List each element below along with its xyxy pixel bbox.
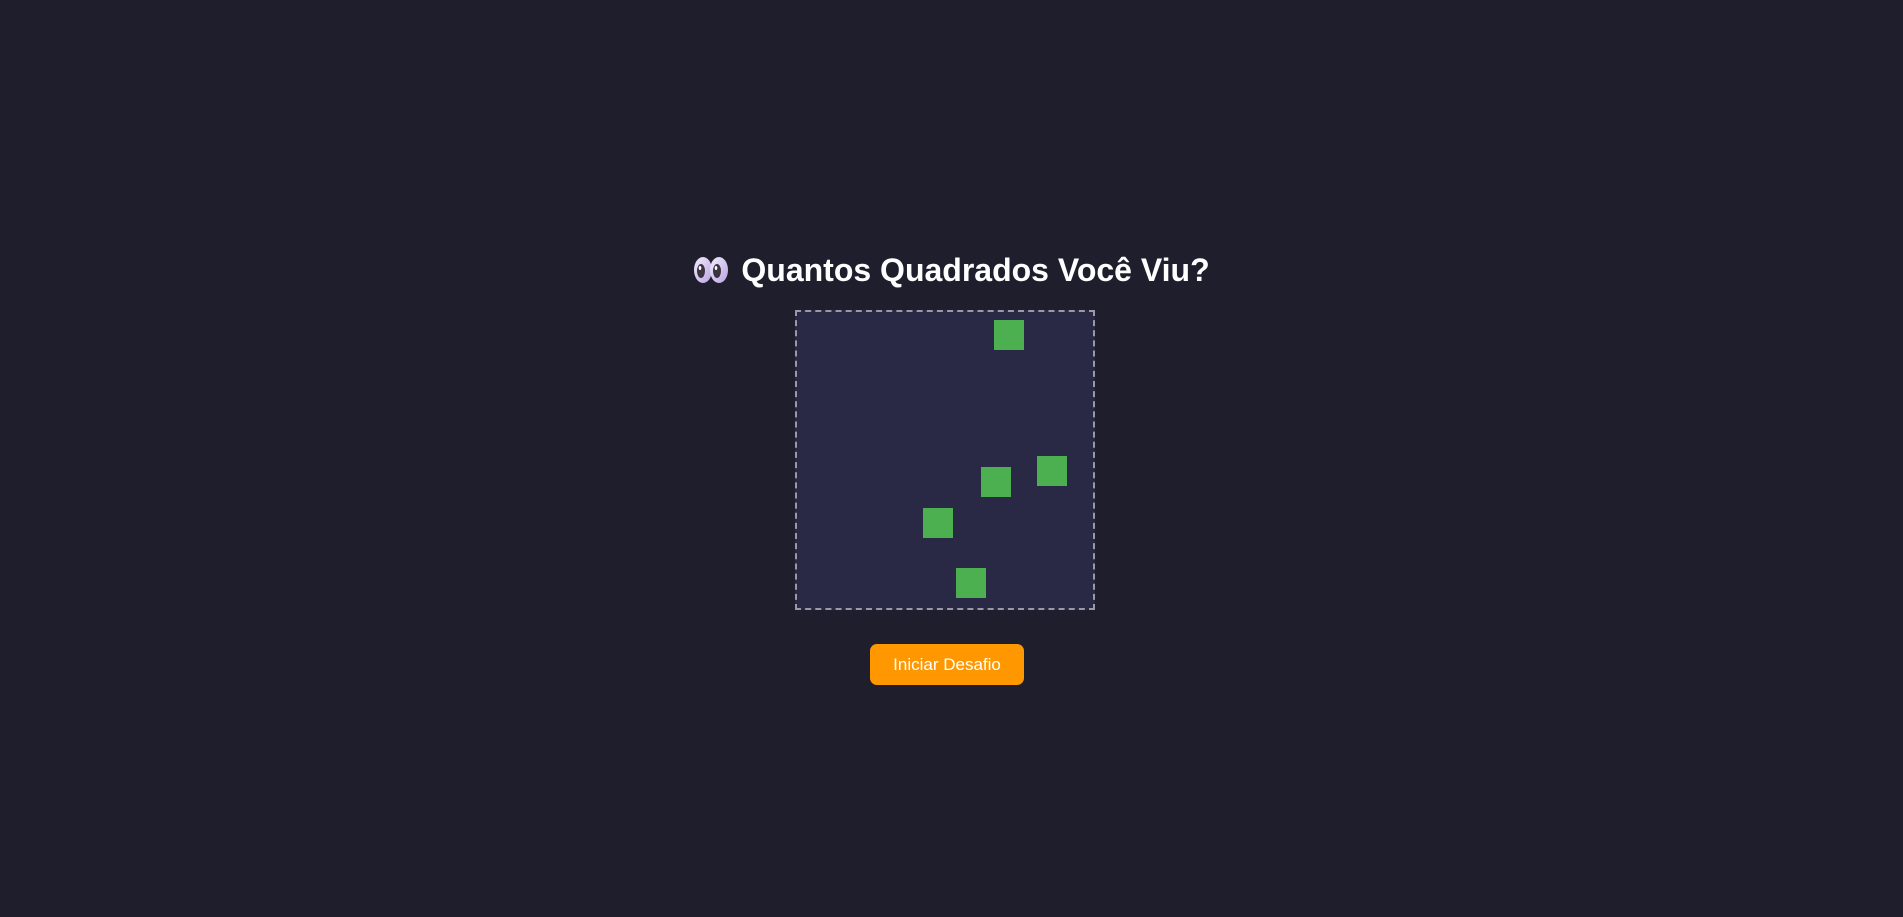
game-page: Quantos Quadrados Você Viu? Iniciar Desa…: [0, 0, 1903, 917]
game-board: [795, 310, 1095, 610]
page-title: Quantos Quadrados Você Viu?: [0, 248, 1903, 292]
square: [956, 568, 986, 598]
square: [1037, 456, 1067, 486]
eyes-icon: [693, 255, 729, 285]
start-challenge-button[interactable]: Iniciar Desafio: [870, 644, 1024, 685]
square: [994, 320, 1024, 350]
square: [981, 467, 1011, 497]
title-text: Quantos Quadrados Você Viu?: [741, 252, 1210, 288]
square: [923, 508, 953, 538]
